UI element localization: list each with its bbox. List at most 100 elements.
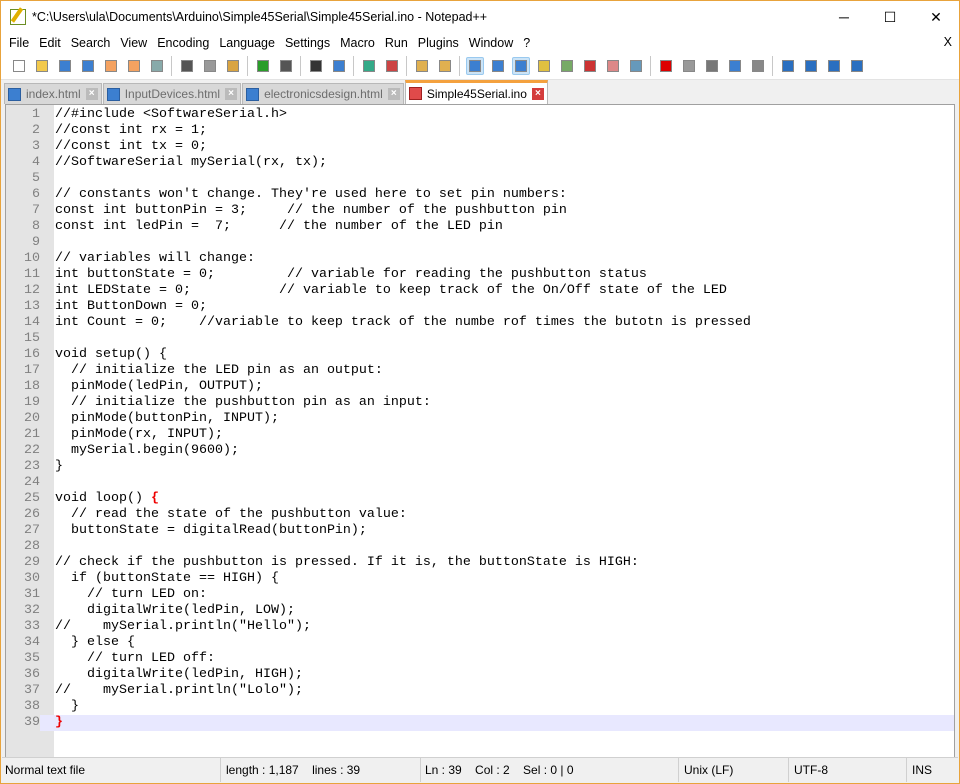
tab-label: InputDevices.html <box>124 87 221 101</box>
tab-close-icon[interactable]: × <box>387 88 400 100</box>
code-text: int buttonState = 0; // variable for rea… <box>55 267 647 282</box>
menu-window[interactable]: Window <box>464 36 518 50</box>
close-all-button[interactable] <box>125 57 143 75</box>
status-file-type: Normal text file <box>2 758 221 782</box>
code-text: } <box>55 699 79 714</box>
copy-button[interactable] <box>201 57 219 75</box>
last-button[interactable] <box>848 57 866 75</box>
tab-close-icon[interactable]: × <box>225 88 238 100</box>
code-line: 33 // mySerial.println("Hello"); <box>6 619 954 635</box>
line-number: 3 <box>32 139 40 154</box>
code-line: 8 const int ledPin = 7; // the number of … <box>6 219 954 235</box>
run-macro-multiple-icon <box>728 60 741 72</box>
close-button[interactable] <box>102 57 120 75</box>
zoom-out-button[interactable] <box>383 57 401 75</box>
code-line: 22 mySerial.begin(9600); <box>6 443 954 459</box>
paste-button[interactable] <box>224 57 242 75</box>
word-wrap-button[interactable] <box>465 57 484 75</box>
cut-button[interactable] <box>178 57 196 75</box>
redo-icon <box>279 60 292 72</box>
udl-button[interactable] <box>535 57 553 75</box>
close-button[interactable]: ✕ <box>913 1 959 33</box>
tab-bar: index.html × InputDevices.html × electronics… <box>1 80 959 104</box>
close-document-button[interactable]: X <box>944 35 952 49</box>
up-button[interactable] <box>802 57 820 75</box>
menu-edit[interactable]: Edit <box>34 36 66 50</box>
down-button[interactable] <box>825 57 843 75</box>
code-line: 26 // read the state of the pushbutton v… <box>6 507 954 523</box>
show-all-chars-button[interactable] <box>489 57 507 75</box>
tab-electronicsdesign-html[interactable]: electronicsdesign.html × <box>242 83 404 104</box>
zoom-in-button[interactable] <box>360 57 378 75</box>
run-macro-multiple-button[interactable] <box>726 57 744 75</box>
monitor-button[interactable] <box>627 57 645 75</box>
play-macro-button[interactable] <box>703 57 721 75</box>
print-icon <box>150 60 163 72</box>
save-button[interactable] <box>56 57 74 75</box>
menu-encoding[interactable]: Encoding <box>152 36 214 50</box>
status-position: Ln : 39 Col : 2 Sel : 0 | 0 <box>421 758 679 782</box>
sync-horizontal-button[interactable] <box>436 57 454 75</box>
code-text: int LEDState = 0; // variable to keep tr… <box>55 283 727 298</box>
tab-inputdevices-html[interactable]: InputDevices.html × <box>102 83 242 104</box>
menu-run[interactable]: Run <box>380 36 413 50</box>
maximize-button[interactable]: ☐ <box>867 1 913 33</box>
code-line: 7 const int buttonPin = 3; // the number … <box>6 203 954 219</box>
function-list-button[interactable] <box>581 57 599 75</box>
menu-plugins[interactable]: Plugins <box>413 36 464 50</box>
replace-button[interactable] <box>330 57 348 75</box>
new-button[interactable] <box>10 57 28 75</box>
save-macro-button[interactable] <box>749 57 767 75</box>
save-all-button[interactable] <box>79 57 97 75</box>
redo-button[interactable] <box>277 57 295 75</box>
last-icon <box>850 60 863 72</box>
tab-simple45serial-ino[interactable]: Simple45Serial.ino × <box>404 80 548 104</box>
code-line: 25 void loop() { <box>6 491 954 507</box>
show-all-chars-icon <box>491 60 504 72</box>
minimize-button[interactable]: ─ <box>821 1 867 33</box>
menu-view[interactable]: View <box>115 36 152 50</box>
line-number: 35 <box>24 651 40 666</box>
code-editor[interactable]: 1 //#include <SoftwareSerial.h> 2 //const i… <box>5 104 955 758</box>
menu-language[interactable]: Language <box>214 36 280 50</box>
first-button[interactable] <box>779 57 797 75</box>
sync-vertical-button[interactable] <box>413 57 431 75</box>
window-title: *C:\Users\ula\Documents\Arduino\Simple45… <box>32 10 488 24</box>
print-button[interactable] <box>148 57 166 75</box>
record-macro-button[interactable] <box>657 57 675 75</box>
status-eol[interactable]: Unix (LF) <box>679 758 789 782</box>
doc-map-button[interactable] <box>558 57 576 75</box>
stop-record-button[interactable] <box>680 57 698 75</box>
zoom-in-icon <box>362 60 375 72</box>
menu-file[interactable]: File <box>4 36 34 50</box>
menu-search[interactable]: Search <box>66 36 116 50</box>
open-icon <box>35 60 48 72</box>
status-encoding[interactable]: UTF-8 <box>789 758 907 782</box>
menu-macro[interactable]: Macro <box>335 36 380 50</box>
line-number: 2 <box>32 123 40 138</box>
tab-close-icon[interactable]: × <box>531 87 544 100</box>
down-icon <box>827 60 840 72</box>
code-line: 18 pinMode(ledPin, OUTPUT); <box>6 379 954 395</box>
find-button[interactable] <box>307 57 325 75</box>
open-button[interactable] <box>33 57 51 75</box>
code-text: // check if the pushbutton is pressed. I… <box>55 555 639 570</box>
function-list-icon <box>583 60 596 72</box>
code-line: 29 // check if the pushbutton is pressed.… <box>6 555 954 571</box>
folder-workspace-button[interactable] <box>604 57 622 75</box>
code-text: void loop() { <box>55 491 159 506</box>
undo-button[interactable] <box>254 57 272 75</box>
status-insert-mode: INS <box>912 763 933 777</box>
toolbar-separator <box>171 56 172 76</box>
tab-close-icon[interactable]: × <box>85 88 98 100</box>
code-line: 14 int Count = 0; //variable to keep trac… <box>6 315 954 331</box>
menu-help[interactable]: ? <box>518 36 535 50</box>
save-icon <box>58 60 71 72</box>
tab-index-html[interactable]: index.html × <box>4 83 102 104</box>
code-text: //SoftwareSerial mySerial(rx, tx); <box>55 155 327 170</box>
code-line: 31 // turn LED on: <box>6 587 954 603</box>
indent-guide-button[interactable] <box>511 57 530 75</box>
line-number: 24 <box>24 475 40 490</box>
line-number: 25 <box>24 491 40 506</box>
menu-settings[interactable]: Settings <box>280 36 335 50</box>
